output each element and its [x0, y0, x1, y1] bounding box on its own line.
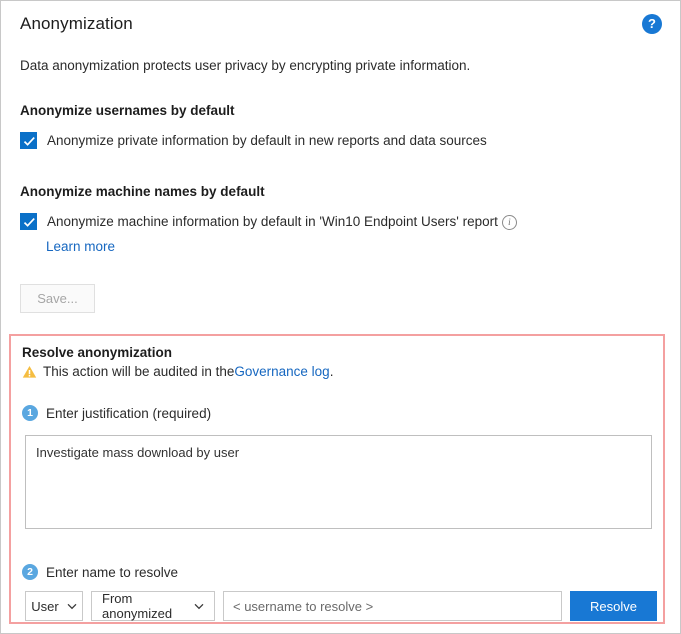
checkmark-icon: [23, 135, 36, 148]
section-heading-usernames: Anonymize usernames by default: [20, 103, 235, 118]
step-2-label: Enter name to resolve: [46, 565, 178, 580]
resolve-panel-title: Resolve anonymization: [22, 345, 172, 360]
anonymization-settings-page: Anonymization ? Data anonymization prote…: [0, 0, 681, 634]
chevron-down-icon: [194, 603, 204, 610]
help-icon[interactable]: ?: [642, 14, 662, 34]
anonymization-direction-value: From anonymized: [102, 591, 186, 621]
section-heading-machines: Anonymize machine names by default: [20, 184, 265, 199]
anonymize-usernames-row: Anonymize private information by default…: [20, 132, 487, 149]
audit-text-before: This action will be audited in the: [43, 364, 234, 379]
anonymize-machines-label: Anonymize machine information by default…: [47, 213, 517, 230]
anonymize-usernames-label: Anonymize private information by default…: [47, 132, 487, 149]
resolve-anonymization-panel: Resolve anonymization This action will b…: [9, 334, 665, 624]
info-icon[interactable]: i: [502, 215, 517, 230]
entity-type-select[interactable]: User: [25, 591, 83, 621]
audit-notice: This action will be audited in the Gover…: [22, 364, 333, 379]
anonymize-machines-checkbox[interactable]: [20, 213, 37, 230]
anonymize-machines-text: Anonymize machine information by default…: [47, 214, 498, 229]
page-title: Anonymization: [20, 14, 133, 34]
justification-textarea[interactable]: [25, 435, 652, 529]
save-button[interactable]: Save...: [20, 284, 95, 313]
step-2-badge: 2: [22, 564, 38, 580]
governance-log-link[interactable]: Governance log: [234, 364, 329, 379]
audit-text-after: .: [330, 364, 334, 379]
learn-more-link[interactable]: Learn more: [46, 239, 115, 254]
anonymize-machines-row: Anonymize machine information by default…: [20, 213, 517, 230]
step-1-row: 1 Enter justification (required): [22, 405, 211, 421]
step-2-row: 2 Enter name to resolve: [22, 564, 178, 580]
resolve-controls-row: User From anonymized Resolve: [25, 591, 657, 621]
entity-type-value: User: [31, 599, 58, 614]
checkmark-icon: [23, 216, 36, 229]
step-1-label: Enter justification (required): [46, 406, 211, 421]
username-to-resolve-input[interactable]: [223, 591, 562, 621]
chevron-down-icon: [67, 603, 77, 610]
step-1-badge: 1: [22, 405, 38, 421]
anonymization-direction-select[interactable]: From anonymized: [91, 591, 215, 621]
anonymize-usernames-checkbox[interactable]: [20, 132, 37, 149]
intro-description: Data anonymization protects user privacy…: [20, 58, 470, 73]
warning-icon: [22, 365, 37, 379]
resolve-button[interactable]: Resolve: [570, 591, 657, 621]
